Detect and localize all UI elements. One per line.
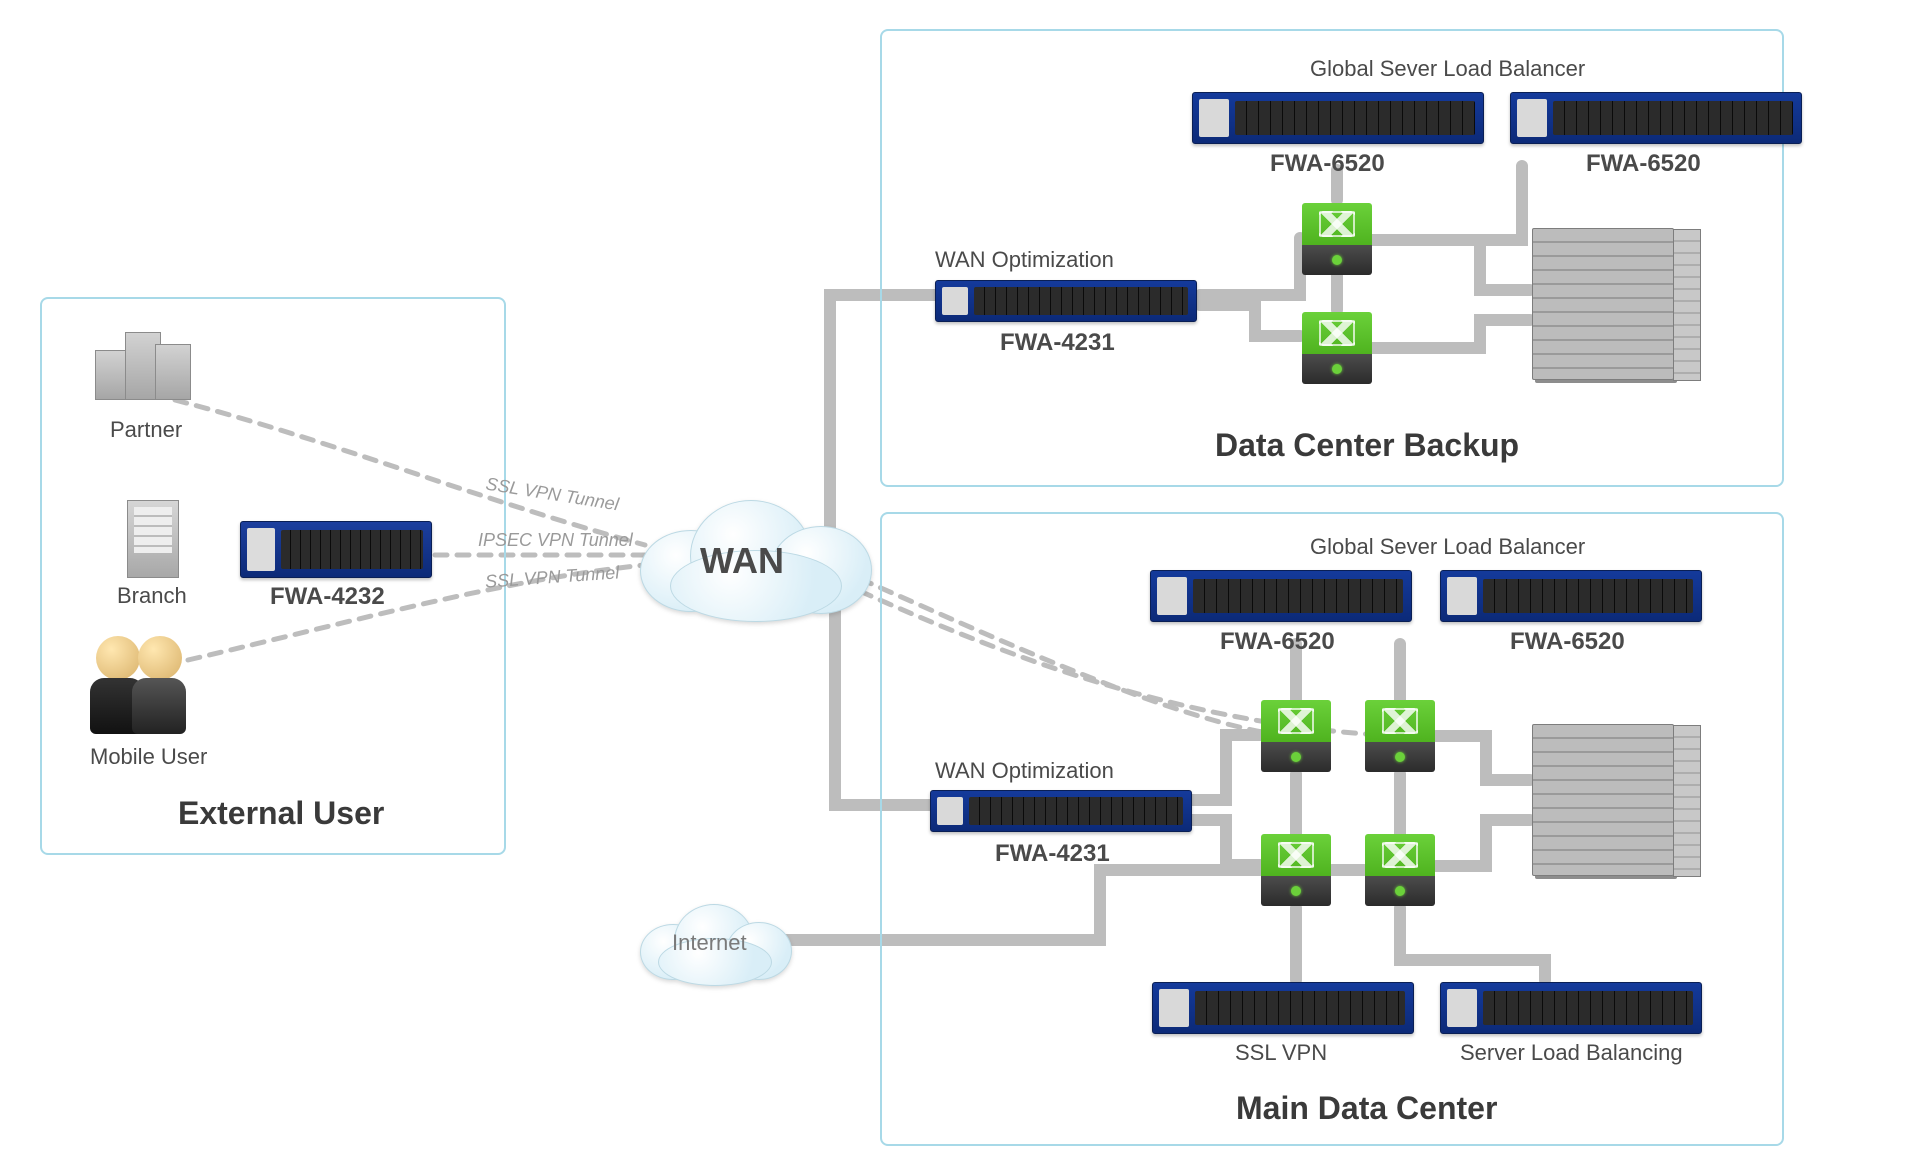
backup-wanopt-label: WAN Optimization bbox=[935, 247, 1114, 273]
backup-4231-label: FWA-4231 bbox=[1000, 329, 1115, 357]
main-gslb-label: Global Sever Load Balancer bbox=[1310, 534, 1585, 560]
branch-icon bbox=[127, 500, 179, 578]
main-switch-2 bbox=[1365, 700, 1435, 772]
branch-appliance bbox=[240, 521, 432, 578]
wan-cloud-label: WAN bbox=[700, 540, 784, 582]
region-external-title: External User bbox=[178, 795, 384, 832]
main-6520-a bbox=[1150, 570, 1412, 622]
internet-cloud-label: Internet bbox=[672, 930, 747, 956]
backup-rack bbox=[1532, 228, 1674, 380]
main-rack bbox=[1532, 724, 1674, 876]
main-6520-b bbox=[1440, 570, 1702, 622]
backup-6520-b bbox=[1510, 92, 1802, 144]
backup-6520-a-label: FWA-6520 bbox=[1270, 150, 1385, 178]
main-slb-label: Server Load Balancing bbox=[1460, 1040, 1683, 1066]
tunnel-label-branch: IPSEC VPN Tunnel bbox=[478, 530, 633, 551]
main-6520-b-label: FWA-6520 bbox=[1510, 628, 1625, 656]
main-switch-4 bbox=[1365, 834, 1435, 906]
main-4231-label: FWA-4231 bbox=[995, 840, 1110, 868]
region-backup-title: Data Center Backup bbox=[1215, 427, 1519, 464]
partner-icon bbox=[95, 332, 205, 412]
main-sslvpn bbox=[1152, 982, 1414, 1034]
backup-6520-b-label: FWA-6520 bbox=[1586, 150, 1701, 178]
main-switch-1 bbox=[1261, 700, 1331, 772]
branch-label: Branch bbox=[117, 583, 187, 609]
main-slb bbox=[1440, 982, 1702, 1034]
main-switch-3 bbox=[1261, 834, 1331, 906]
main-wanopt-label: WAN Optimization bbox=[935, 758, 1114, 784]
mobile-user-label: Mobile User bbox=[90, 744, 207, 770]
main-4231 bbox=[930, 790, 1192, 832]
backup-switch-2 bbox=[1302, 312, 1372, 384]
mobile-user-icon bbox=[88, 630, 198, 740]
main-6520-a-label: FWA-6520 bbox=[1220, 628, 1335, 656]
region-main-title: Main Data Center bbox=[1236, 1090, 1497, 1127]
branch-appliance-label: FWA-4232 bbox=[270, 583, 385, 611]
backup-gslb-label: Global Sever Load Balancer bbox=[1310, 56, 1585, 82]
main-sslvpn-label: SSL VPN bbox=[1235, 1040, 1327, 1066]
backup-switch-1 bbox=[1302, 203, 1372, 275]
partner-label: Partner bbox=[110, 417, 182, 443]
backup-6520-a bbox=[1192, 92, 1484, 144]
backup-4231 bbox=[935, 280, 1197, 322]
